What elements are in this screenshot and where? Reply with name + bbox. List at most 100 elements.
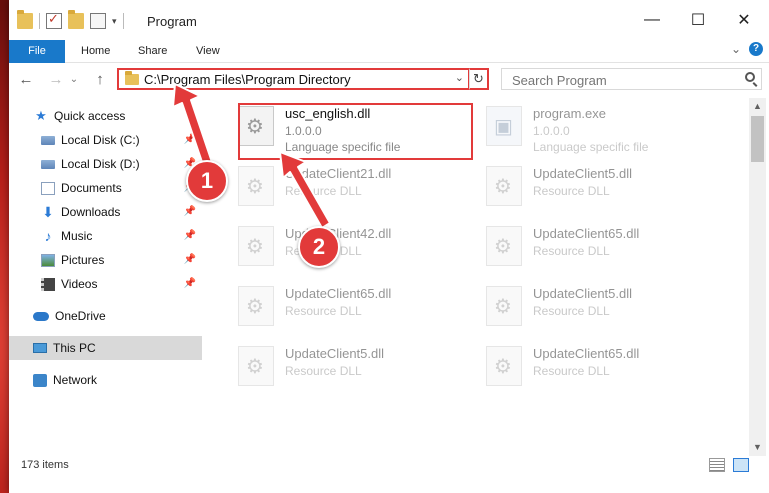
toolbar-separator xyxy=(39,13,40,29)
sidebar-item-local-disk-c[interactable]: Local Disk (C:) 📌 xyxy=(9,128,202,152)
documents-icon xyxy=(41,181,55,195)
quick-access-toolbar: ▾ xyxy=(17,10,124,31)
ribbon-tabs: File Home Share View ⌄ ? xyxy=(9,40,769,94)
sidebar-item-network[interactable]: Network xyxy=(9,368,202,392)
pictures-icon xyxy=(41,253,55,267)
dll-file-icon xyxy=(486,226,522,266)
customize-icon[interactable] xyxy=(90,13,106,29)
dll-file-icon xyxy=(486,346,522,386)
navigation-pane: ★ Quick access Local Disk (C:) 📌 Local D… xyxy=(9,98,202,453)
file-tile-program-exe[interactable]: program.exe 1.0.0.0 Language specific fi… xyxy=(478,98,708,154)
close-button[interactable]: ✕ xyxy=(721,0,767,40)
maximize-button[interactable]: ☐ xyxy=(675,0,721,40)
file-name: UpdateClient21.dll xyxy=(285,166,392,181)
navigation-bar: ← → ⌄ ↑ C:\Program Files\Program Directo… xyxy=(9,63,769,95)
tiles-view-icon[interactable] xyxy=(733,458,749,472)
address-path: C:\Program Files\Program Directory xyxy=(144,72,351,87)
file-name: UpdateClient65.dll xyxy=(285,286,392,301)
details-view-icon[interactable] xyxy=(709,458,725,472)
file-name: UpdateClient65.dll xyxy=(533,346,640,361)
sidebar-item-quick-access[interactable]: ★ Quick access xyxy=(9,104,202,128)
up-button[interactable]: ↑ xyxy=(89,69,111,89)
file-description: Resource DLL xyxy=(533,364,610,378)
sidebar-item-local-disk-d[interactable]: Local Disk (D:) 📌 xyxy=(9,152,202,176)
folder-icon xyxy=(17,10,33,29)
dll-file-icon xyxy=(238,346,274,386)
search-box[interactable] xyxy=(501,68,762,90)
sidebar-item-onedrive[interactable]: OneDrive xyxy=(9,304,202,328)
sidebar-item-label: Documents xyxy=(61,181,122,195)
sidebar-item-label: Downloads xyxy=(61,205,121,219)
scroll-thumb[interactable] xyxy=(751,116,764,162)
sidebar-item-this-pc[interactable]: This PC xyxy=(9,336,202,360)
file-list: usc_english.dll 1.0.0.0 Language specifi… xyxy=(220,98,748,453)
search-input[interactable] xyxy=(510,70,714,90)
selection-highlight-box xyxy=(238,103,473,160)
network-icon xyxy=(33,373,47,387)
file-description: Resource DLL xyxy=(285,304,362,318)
sidebar-item-label: Quick access xyxy=(54,109,126,123)
pin-icon[interactable]: 📌 xyxy=(184,254,196,265)
file-tile[interactable]: UpdateClient5.dll Resource DLL xyxy=(478,158,708,212)
sidebar-item-label: Network xyxy=(53,373,98,387)
sidebar-item-pictures[interactable]: Pictures 📌 xyxy=(9,248,202,272)
file-description: Resource DLL xyxy=(285,184,362,198)
file-tile[interactable]: UpdateClient65.dll Resource DLL xyxy=(478,218,708,272)
file-name: UpdateClient65.dll xyxy=(533,226,640,241)
file-tile[interactable]: UpdateClient42.dll Resource DLL xyxy=(230,218,460,272)
tab-share[interactable]: Share xyxy=(126,40,179,62)
file-description: Resource DLL xyxy=(533,244,610,258)
file-tile[interactable]: UpdateClient5.dll Resource DLL xyxy=(478,278,708,332)
folder-icon xyxy=(125,71,139,85)
sidebar-item-videos[interactable]: Videos 📌 xyxy=(9,272,202,296)
recent-locations-button[interactable]: ⌄ xyxy=(67,69,81,89)
ribbon-controls: ⌄ ? xyxy=(731,42,763,56)
address-dropdown-icon[interactable]: ⌄ xyxy=(455,71,464,84)
sidebar-item-documents[interactable]: Documents 📌 xyxy=(9,176,202,200)
minimize-button[interactable]: — xyxy=(629,0,675,40)
window-title: Program xyxy=(147,14,197,29)
new-folder-icon[interactable] xyxy=(68,10,84,29)
sidebar-item-label: Music xyxy=(61,229,93,243)
ribbon-expand-icon[interactable]: ⌄ xyxy=(731,42,741,56)
tab-view[interactable]: View xyxy=(184,40,232,62)
address-bar[interactable]: C:\Program Files\Program Directory ⌄ xyxy=(117,68,470,90)
file-explorer-window: ▾ Program — ☐ ✕ File Home Share View ⌄ ?… xyxy=(9,0,769,493)
qat-dropdown-icon[interactable]: ▾ xyxy=(112,16,117,27)
forward-button[interactable]: → xyxy=(45,69,67,89)
dll-file-icon xyxy=(238,166,274,206)
properties-check-icon[interactable] xyxy=(46,11,62,29)
toolbar-separator xyxy=(122,13,124,29)
pin-icon[interactable]: 📌 xyxy=(184,278,196,289)
sidebar-item-music[interactable]: ♪ Music 📌 xyxy=(9,224,202,248)
drive-icon xyxy=(41,159,55,169)
file-tile[interactable]: UpdateClient65.dll Resource DLL xyxy=(230,278,460,332)
file-name: UpdateClient5.dll xyxy=(285,346,385,361)
file-tile[interactable]: UpdateClient21.dll Resource DLL xyxy=(230,158,460,212)
sidebar-item-label: OneDrive xyxy=(55,309,106,323)
scroll-up-icon[interactable]: ▲ xyxy=(749,98,766,115)
drive-icon xyxy=(41,135,55,145)
pin-icon[interactable]: 📌 xyxy=(184,230,196,241)
tab-home[interactable]: Home xyxy=(69,40,122,62)
file-tile[interactable]: UpdateClient5.dll Resource DLL xyxy=(230,338,460,392)
refresh-button[interactable]: ↻ xyxy=(469,68,489,90)
scroll-down-icon[interactable]: ▼ xyxy=(749,439,766,456)
file-description: Language specific file xyxy=(533,140,649,154)
vertical-scrollbar[interactable]: ▲ ▼ xyxy=(749,98,766,456)
callout-1: 1 xyxy=(186,160,228,202)
back-button[interactable]: ← xyxy=(15,69,37,89)
dll-file-icon xyxy=(486,286,522,326)
file-tile[interactable]: UpdateClient65.dll Resource DLL xyxy=(478,338,708,392)
star-icon: ★ xyxy=(35,108,47,123)
sidebar-item-label: Local Disk (D:) xyxy=(61,157,140,171)
callout-2: 2 xyxy=(298,226,340,268)
pin-icon[interactable]: 📌 xyxy=(184,206,196,217)
downloads-icon: ⬇ xyxy=(42,203,54,220)
music-icon: ♪ xyxy=(44,228,52,244)
help-icon[interactable]: ? xyxy=(749,42,763,56)
file-name: UpdateClient5.dll xyxy=(533,286,633,301)
pin-icon[interactable]: 📌 xyxy=(184,134,196,145)
sidebar-item-downloads[interactable]: ⬇ Downloads 📌 xyxy=(9,200,202,224)
exe-file-icon xyxy=(486,106,522,146)
